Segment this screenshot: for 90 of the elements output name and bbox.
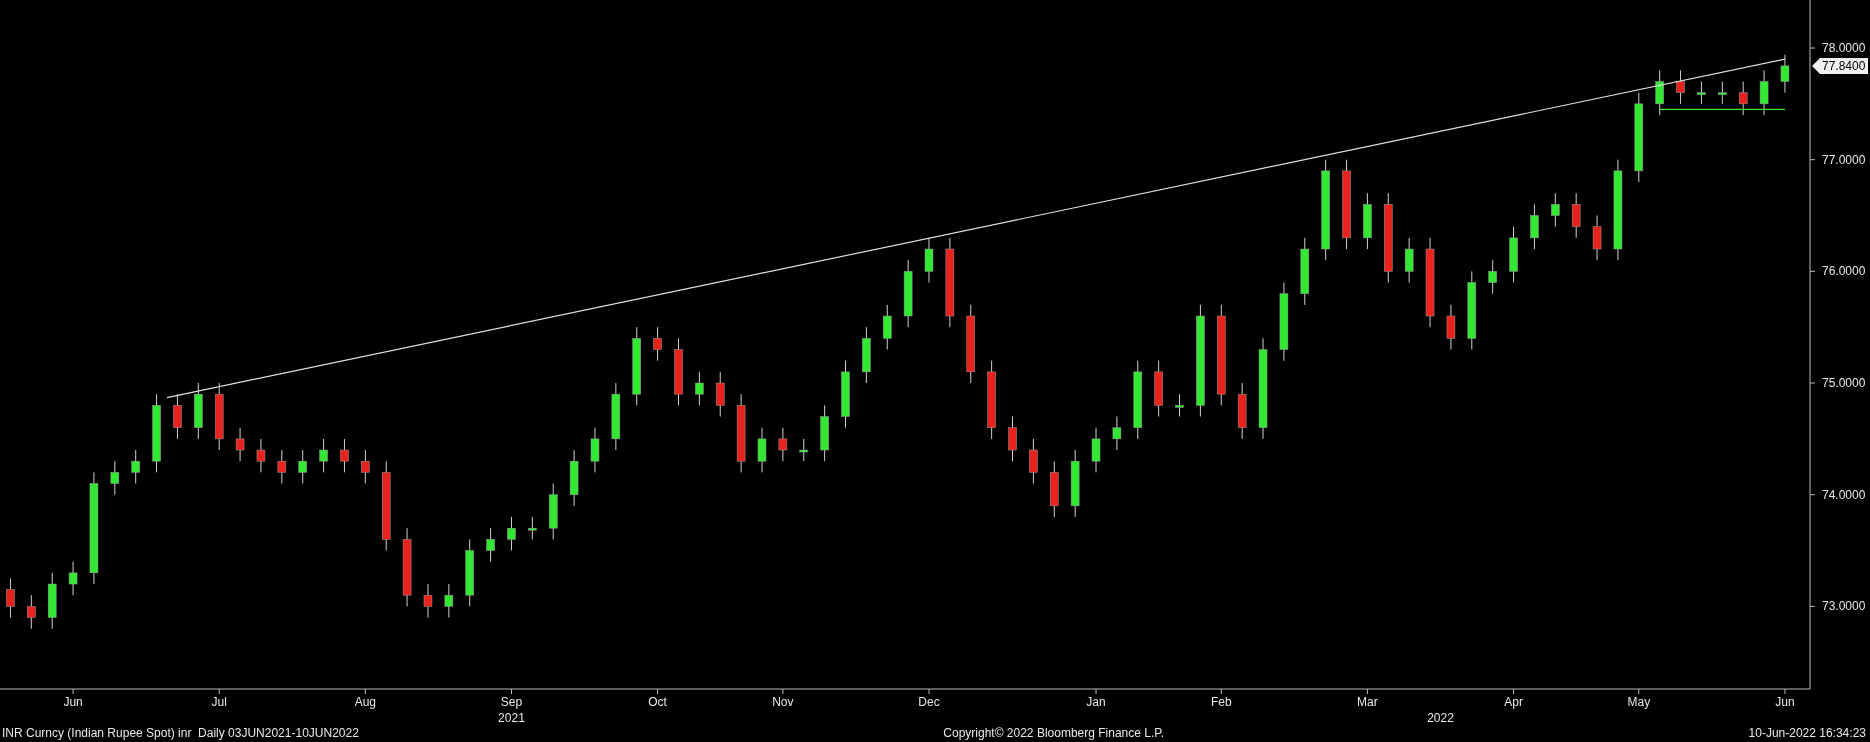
candlestick	[256, 438, 266, 473]
candlestick	[277, 449, 287, 485]
axis-label: Dec	[918, 695, 940, 709]
candlestick	[674, 337, 683, 406]
candlestick	[1363, 192, 1372, 250]
axis-label: 73.0000	[1822, 599, 1866, 614]
candlestick	[110, 460, 120, 496]
candlestick	[883, 304, 892, 351]
candlestick	[1697, 81, 1706, 105]
candlestick	[1237, 382, 1247, 440]
candlestick	[653, 326, 662, 362]
axis-label: Jul	[211, 695, 227, 709]
axis-label: Nov	[772, 695, 794, 709]
candlestick	[361, 449, 370, 485]
candlestick	[1738, 81, 1748, 116]
candlestick	[1154, 360, 1163, 418]
candlestick	[695, 371, 704, 406]
candlestick	[1509, 226, 1518, 283]
candlestick	[820, 404, 829, 462]
candlestick	[924, 237, 934, 283]
candlestick	[528, 516, 537, 540]
candlestick	[778, 427, 788, 462]
axis-label: Sep	[500, 695, 523, 709]
candlestick	[590, 427, 600, 473]
candlestick	[486, 527, 495, 563]
candlestick	[1780, 54, 1790, 94]
candlestick	[1571, 192, 1581, 239]
candlestick	[1404, 237, 1414, 283]
axis-label: Oct	[648, 695, 667, 709]
axis-label: Jan	[1086, 695, 1106, 709]
candlestick	[423, 583, 433, 619]
candlestick	[298, 449, 307, 485]
axis-label: Feb	[1210, 695, 1232, 709]
candlestick	[214, 382, 224, 451]
candlestick	[173, 393, 182, 440]
axis-label: 75.0000	[1822, 376, 1866, 391]
axis-label: Apr	[1504, 695, 1523, 709]
candlestick	[194, 382, 203, 440]
candlestick	[1175, 393, 1184, 418]
axis-label: May	[1627, 695, 1651, 709]
copyright-text: Copyright© 2022 Bloomberg Finance L.P.	[943, 726, 1165, 740]
candlestick	[903, 259, 913, 328]
candlestick	[1592, 215, 1602, 261]
candlestick	[47, 572, 57, 630]
axis-label: 76.0000	[1822, 264, 1866, 279]
axis-label: 77.0000	[1822, 152, 1866, 167]
candlestick	[716, 371, 725, 418]
candlestick	[131, 449, 140, 485]
candlestick	[1530, 203, 1539, 250]
candlestick	[319, 438, 328, 473]
candlestick	[444, 583, 454, 619]
candlestick	[1112, 416, 1122, 451]
axis-label: Jun	[63, 695, 83, 709]
axis-label: Jun	[1775, 695, 1795, 709]
timestamp: 10-Jun-2022 16:34:23	[1748, 726, 1866, 740]
candlestick	[862, 326, 871, 384]
candlestick	[1551, 192, 1560, 228]
candlestick	[235, 427, 245, 462]
axis-label: 2021	[498, 711, 525, 724]
candlestick	[68, 561, 78, 596]
candlestick	[1446, 304, 1456, 351]
candlestick	[1759, 69, 1769, 116]
candlestick	[1300, 237, 1310, 306]
candlestick	[611, 382, 621, 451]
axis-label: 2022	[1427, 711, 1454, 724]
candlestick	[549, 483, 558, 540]
candlestick	[1655, 69, 1664, 116]
candlestick	[1029, 438, 1038, 485]
candlestick	[27, 594, 36, 630]
axis-label: Mar	[1357, 695, 1378, 709]
candlestick	[841, 360, 850, 429]
candlestick	[1070, 449, 1080, 518]
candlestick	[507, 516, 516, 552]
axis-label: 74.0000	[1822, 487, 1866, 502]
candlestick	[6, 577, 15, 619]
price-label: 77.8400	[1812, 57, 1868, 74]
candlestick	[465, 538, 474, 607]
candlestick	[569, 449, 579, 507]
candlestick	[799, 438, 808, 462]
axis-label: Aug	[354, 695, 376, 709]
candlestick	[1488, 259, 1497, 295]
candlestick	[1050, 460, 1059, 518]
candlestick	[757, 427, 767, 473]
candlestick	[1008, 416, 1017, 462]
candlestick	[1091, 427, 1101, 473]
candlestick	[1676, 69, 1685, 105]
candlestick	[340, 438, 349, 473]
security-description: INR Curncy (Indian Rupee Spot) inr Daily 03JUN2021-10JUN2022	[2, 726, 359, 740]
axis-label: 78.0000	[1822, 41, 1866, 55]
candlestick	[1718, 81, 1727, 105]
